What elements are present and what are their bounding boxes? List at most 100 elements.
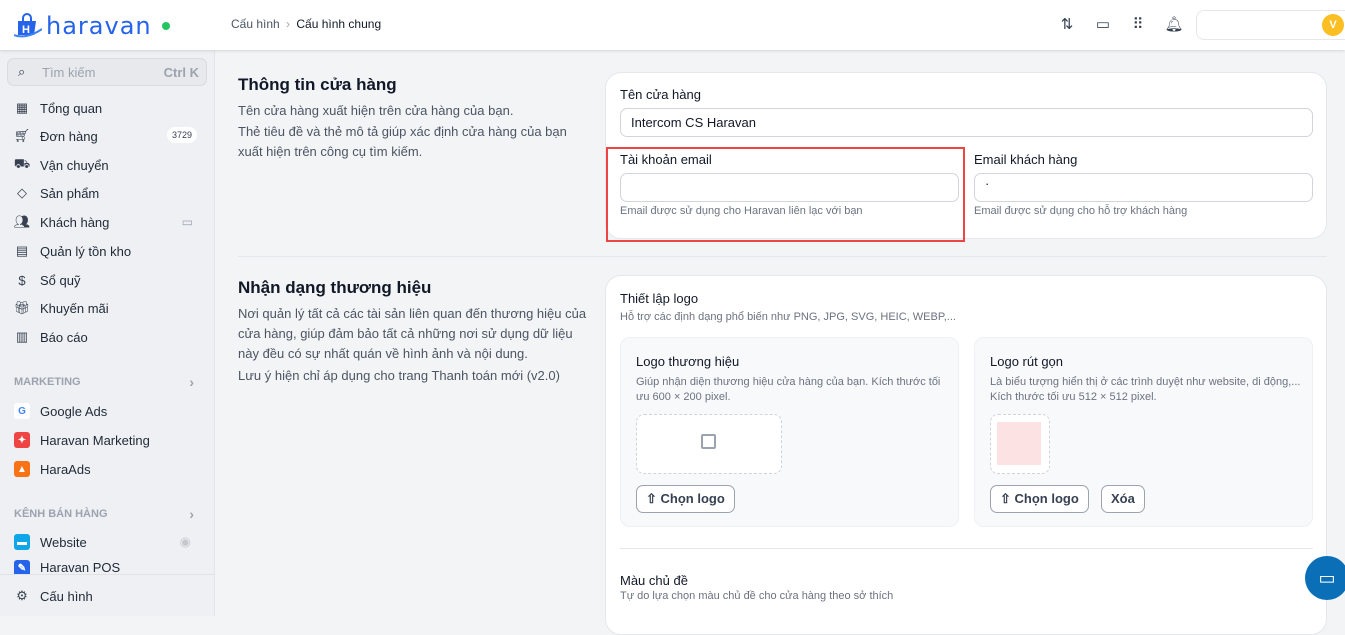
haraads-icon: ▲: [14, 461, 30, 477]
sidebar-item-label: Haravan POS: [40, 560, 121, 574]
brand-logo-dropzone[interactable]: [636, 414, 782, 474]
sidebar-item-label: Vận chuyển: [40, 157, 109, 173]
section-title: Nhận dạng thương hiệu: [238, 278, 432, 297]
report-icon: ▥: [15, 329, 29, 344]
orders-count-badge: 3729: [166, 127, 197, 143]
customer-card-icon[interactable]: ▭: [182, 215, 193, 229]
section-divider: [238, 256, 1327, 257]
pos-icon: ✎: [14, 560, 30, 574]
haravan-bag-icon: H: [14, 13, 42, 38]
theme-color-title: Màu chủ đề: [620, 573, 688, 588]
divider: [620, 548, 1313, 549]
transfer-icon[interactable]: ⇅: [1057, 15, 1077, 35]
sidebar-item-google-ads[interactable]: G Google Ads: [14, 400, 199, 422]
sidebar-item-label: Google Ads: [40, 403, 108, 419]
sidebar-item-label: Haravan Marketing: [40, 432, 150, 448]
sidebar-item-cashbook[interactable]: $ Sổ quỹ: [14, 269, 199, 291]
archive-icon: ▤: [15, 243, 29, 258]
breadcrumb: Cấu hình › Cấu hình chung: [231, 17, 381, 31]
bell-icon[interactable]: 🔔︎: [1164, 15, 1184, 35]
chevron-right-icon: ›: [189, 374, 194, 390]
store-name-input[interactable]: Intercom CS Haravan: [620, 108, 1313, 137]
sidebar-item-orders[interactable]: 🛒︎ Đơn hàng 3729: [14, 125, 199, 147]
short-logo-image: [997, 422, 1041, 465]
chat-launcher-button[interactable]: ▭: [1305, 556, 1345, 600]
dollar-icon: $: [18, 272, 26, 288]
truck-icon: ⛟: [13, 156, 31, 171]
sidebar-item-label: HaraAds: [40, 461, 91, 477]
store-name-label: Tên cửa hàng: [620, 87, 701, 102]
search-placeholder: Tìm kiếm: [42, 65, 96, 80]
sidebar-item-reports[interactable]: ▥ Báo cáo: [14, 326, 199, 348]
choose-short-logo-button[interactable]: ⇧ Chọn logo: [990, 485, 1089, 513]
tag-icon: ◇: [17, 185, 27, 200]
delete-short-logo-button[interactable]: Xóa: [1101, 485, 1145, 513]
section-desc: Thẻ tiêu đề và thẻ mô tả giúp xác định c…: [238, 124, 567, 159]
section-title: Thông tin cửa hàng: [238, 75, 397, 94]
store-info-intro: Thông tin cửa hàng Tên cửa hàng xuất hiệ…: [238, 75, 588, 162]
dashboard-icon: ▦: [15, 100, 29, 115]
sidebar-item-label: Đơn hàng: [40, 128, 98, 144]
marketing-section-header[interactable]: MARKETING ›: [14, 374, 194, 390]
choose-brand-logo-button[interactable]: ⇧ Chọn logo: [636, 485, 735, 513]
highlight-box: [606, 147, 965, 242]
users-icon: 👥︎: [13, 214, 31, 229]
brand-logo-title: Logo thương hiệu: [636, 354, 740, 369]
sidebar-item-label: Sản phẩm: [40, 185, 100, 201]
section-desc: Nơi quản lý tất cả các tài sản liên quan…: [238, 306, 587, 361]
upload-icon: ⇧: [1000, 491, 1015, 506]
logo-setup-hint: Hỗ trợ các định dạng phổ biến như PNG, J…: [620, 311, 956, 323]
sidebar-item-inventory[interactable]: ▤ Quản lý tồn kho: [14, 240, 199, 262]
google-icon: G: [14, 403, 30, 419]
search-icon: ⌕: [18, 64, 26, 79]
chevron-right-icon: ›: [189, 506, 194, 522]
chat-icon: ▭: [1318, 568, 1336, 588]
breadcrumb-current: Cấu hình chung: [296, 17, 382, 31]
sidebar-item-shipping[interactable]: ⛟ Vận chuyển: [14, 154, 199, 176]
sidebar-item-promotions[interactable]: 🎁︎ Khuyến mãi: [14, 297, 199, 319]
online-status-dot: [161, 22, 170, 30]
feedback-icon[interactable]: ▭: [1093, 15, 1113, 35]
sidebar-item-label: Báo cáo: [40, 329, 88, 345]
sidebar-item-website[interactable]: ▬ Website ◉: [14, 531, 199, 553]
search-shortcut: Ctrl K: [163, 65, 199, 80]
sidebar-item-label: Khách hàng: [40, 214, 110, 230]
svg-text:H: H: [22, 24, 30, 36]
button-label: Chọn logo: [660, 491, 725, 506]
sidebar-item-label: Khuyến mãi: [40, 300, 109, 316]
sidebar-item-haravan-pos[interactable]: ✎ Haravan POS: [14, 560, 199, 574]
sidebar-item-customers[interactable]: 👥︎ Khách hàng ▭: [14, 211, 199, 233]
customer-email-label: Email khách hàng: [974, 152, 1078, 167]
sidebar-footer: ⚙ Cấu hình: [0, 574, 215, 616]
short-logo-dropzone[interactable]: [990, 414, 1050, 474]
apps-grid-icon[interactable]: ⠿: [1128, 15, 1148, 35]
gear-icon: ⚙: [16, 588, 28, 603]
sidebar-item-overview[interactable]: ▦ Tổng quan: [14, 97, 199, 119]
brand-logo-desc: Giúp nhận diện thương hiệu cửa hàng của …: [636, 376, 941, 403]
brand-logo-panel: Logo thương hiệu Giúp nhận diện thương h…: [620, 337, 959, 527]
haravan-logo[interactable]: H haravan: [14, 12, 170, 40]
website-icon: ▬: [14, 534, 30, 550]
section-note: Lưu ý hiện chỉ áp dụng cho trang Thanh t…: [238, 368, 560, 383]
section-title: KÊNH BÁN HÀNG: [14, 508, 108, 520]
sidebar-item-label: Cấu hình: [40, 588, 93, 604]
breadcrumb-parent[interactable]: Cấu hình: [231, 17, 280, 31]
eye-icon[interactable]: ◉: [180, 534, 191, 550]
avatar[interactable]: V: [1322, 14, 1344, 36]
search-input[interactable]: ⌕ Tìm kiếm Ctrl K: [7, 58, 207, 86]
top-header: H haravan Cấu hình › Cấu hình chung ⇅ ▭ …: [0, 0, 1345, 50]
sales-channels-section-header[interactable]: KÊNH BÁN HÀNG ›: [14, 506, 194, 522]
gift-icon: 🎁︎: [13, 300, 31, 315]
sidebar-item-products[interactable]: ◇ Sản phẩm: [14, 182, 199, 204]
short-logo-panel: Logo rút gọn Là biểu tượng hiển thị ở cá…: [974, 337, 1313, 527]
logo-setup-title: Thiết lập logo: [620, 291, 699, 306]
customer-email-hint: Email được sử dụng cho hỗ trợ khách hàng: [974, 205, 1188, 217]
sidebar-item-label: Website: [40, 534, 87, 550]
customer-email-input[interactable]: ·: [974, 173, 1313, 202]
haravan-marketing-icon: ✦: [14, 432, 30, 448]
sidebar-item-haraads[interactable]: ▲ HaraAds: [14, 458, 199, 480]
sidebar-item-settings[interactable]: ⚙ Cấu hình: [14, 585, 199, 607]
sidebar-item-haravan-marketing[interactable]: ✦ Haravan Marketing: [14, 429, 199, 451]
brand-intro: Nhận dạng thương hiệu Nơi quản lý tất cả…: [238, 278, 588, 386]
section-desc: Tên cửa hàng xuất hiện trên cửa hàng của…: [238, 103, 514, 118]
